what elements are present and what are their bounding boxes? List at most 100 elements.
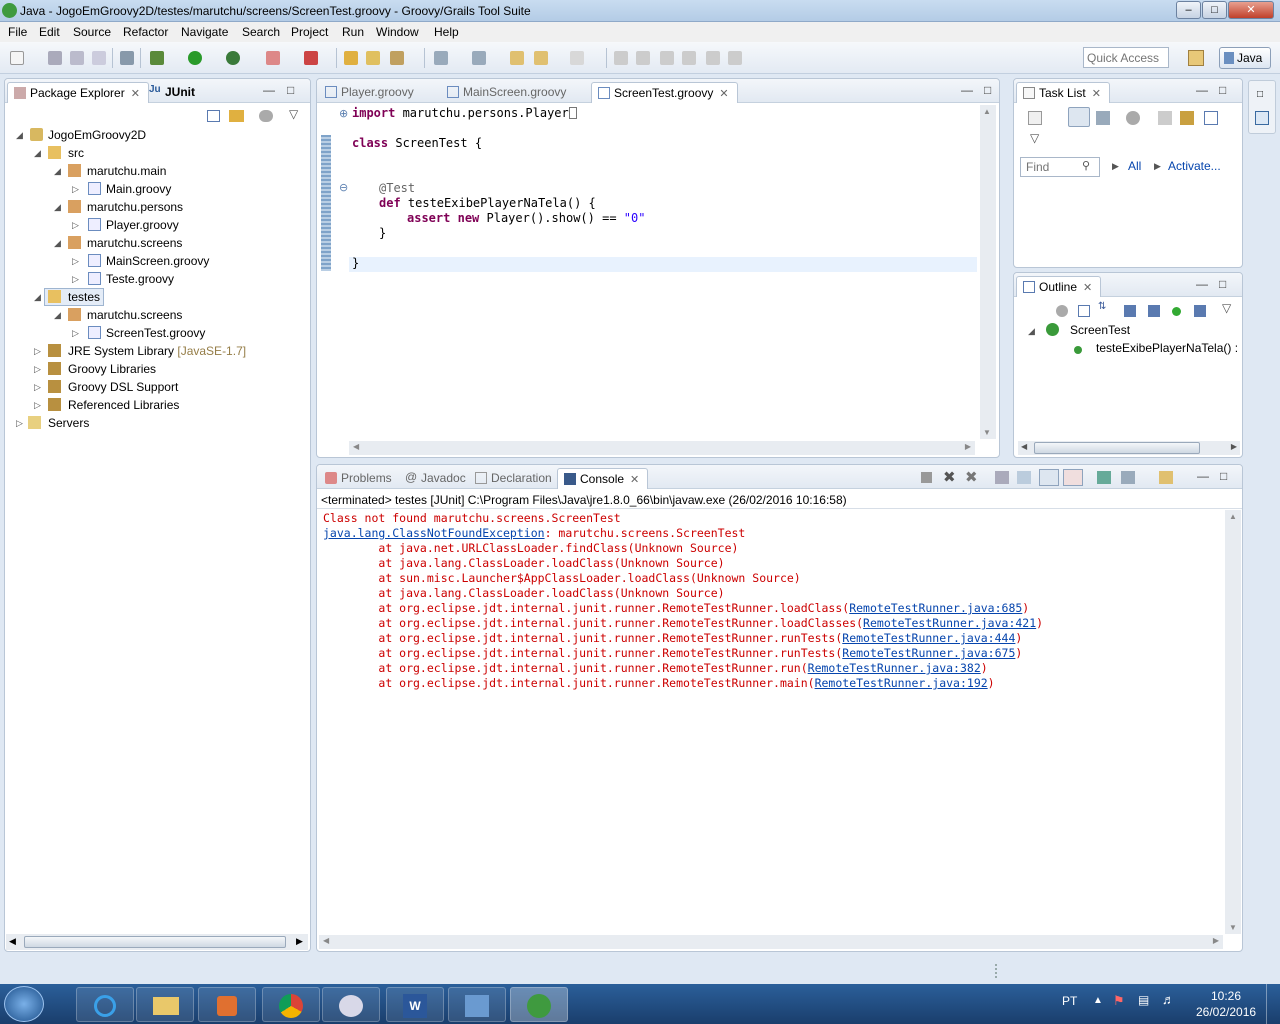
- remove-all-terminated-icon[interactable]: ✖: [965, 468, 978, 486]
- open-console-icon[interactable]: [1159, 471, 1173, 484]
- new-task-icon[interactable]: [1028, 111, 1042, 125]
- search-icon[interactable]: [390, 51, 404, 65]
- debug-icon[interactable]: [150, 51, 164, 65]
- tree-item-package[interactable]: marutchu.screens: [87, 308, 182, 322]
- tree-item-package[interactable]: marutchu.persons: [87, 200, 183, 214]
- tree-item-project[interactable]: JogoEmGroovy2D: [48, 128, 146, 142]
- hide-fields-icon[interactable]: [1124, 305, 1136, 317]
- minimize-view-icon[interactable]: —: [1197, 469, 1209, 483]
- coverage-icon[interactable]: [226, 51, 240, 65]
- tab-mainscreen-groovy[interactable]: MainScreen.groovy: [441, 82, 574, 103]
- maximize-view-icon[interactable]: □: [1219, 83, 1226, 97]
- tree-item-file[interactable]: Main.groovy: [106, 182, 171, 196]
- editor-vscrollbar[interactable]: ▲ ▼: [980, 105, 996, 439]
- open-type-icon[interactable]: [344, 51, 358, 65]
- code-annotation-line[interactable]: @Test: [379, 181, 415, 195]
- console-vscrollbar[interactable]: ▲ ▼: [1225, 510, 1241, 934]
- close-tab-icon[interactable]: ✕: [1092, 88, 1101, 100]
- action-center-icon[interactable]: ⚑: [1113, 993, 1125, 1009]
- tree-item-servers[interactable]: Servers: [48, 416, 89, 430]
- volume-icon[interactable]: ♬: [1162, 992, 1175, 1007]
- run-icon[interactable]: [188, 51, 202, 65]
- stop-server-icon[interactable]: [266, 51, 280, 65]
- tree-item-file[interactable]: ScreenTest.groovy: [106, 326, 205, 340]
- taskbar-groovy-grails[interactable]: [510, 987, 568, 1022]
- maximize-button[interactable]: □: [1202, 1, 1227, 19]
- view-menu-icon[interactable]: ▽: [1030, 131, 1039, 145]
- close-tab-icon[interactable]: ✕: [630, 474, 639, 486]
- clock-date[interactable]: 26/02/2016: [1196, 1005, 1256, 1019]
- tree-item-package[interactable]: marutchu.screens: [87, 236, 182, 250]
- tree-item-file[interactable]: Player.groovy: [106, 218, 179, 232]
- tree-item-file[interactable]: Teste.groovy: [106, 272, 174, 286]
- console-link[interactable]: RemoteTestRunner.java:192: [815, 676, 988, 690]
- scroll-lock-icon[interactable]: [1017, 471, 1031, 484]
- tree-item-library[interactable]: Groovy Libraries: [68, 362, 156, 376]
- tab-javadoc[interactable]: @ Javadoc: [399, 468, 474, 489]
- print-icon[interactable]: [92, 51, 106, 65]
- tool-icon-1[interactable]: [614, 51, 628, 65]
- maximize-view-icon[interactable]: □: [984, 83, 991, 97]
- taskbar-file-explorer[interactable]: [136, 987, 194, 1022]
- console-link[interactable]: RemoteTestRunner.java:421: [863, 616, 1036, 630]
- open-perspective-icon[interactable]: [1188, 50, 1204, 66]
- close-tab-icon[interactable]: ✕: [719, 88, 728, 100]
- minimize-view-icon[interactable]: —: [1196, 277, 1208, 291]
- outline-hscrollbar[interactable]: ◀ ▶: [1018, 441, 1240, 455]
- console-link[interactable]: java.lang.ClassNotFoundException: [323, 526, 545, 540]
- taskbar-word[interactable]: W: [386, 987, 444, 1022]
- collapse-all-icon[interactable]: [1204, 111, 1218, 125]
- all-link[interactable]: All: [1128, 159, 1141, 173]
- minimize-view-icon[interactable]: —: [1196, 83, 1208, 97]
- taskbar-media-player[interactable]: [198, 987, 256, 1022]
- close-tab-icon[interactable]: ✕: [131, 88, 140, 100]
- minimize-view-icon[interactable]: —: [961, 83, 973, 97]
- menu-navigate[interactable]: Navigate: [181, 25, 228, 39]
- menu-window[interactable]: Window: [376, 25, 419, 39]
- menu-edit[interactable]: Edit: [39, 25, 60, 39]
- package-explorer-hscrollbar[interactable]: ◀ ▶: [6, 934, 308, 950]
- language-indicator[interactable]: PT: [1062, 994, 1077, 1008]
- tab-console[interactable]: Console ✕: [557, 468, 649, 489]
- maximize-view-icon[interactable]: □: [287, 83, 294, 97]
- maximize-view-icon[interactable]: □: [1220, 469, 1227, 483]
- tree-item-testes[interactable]: testes: [68, 290, 100, 304]
- restore-icon[interactable]: □: [1257, 89, 1263, 100]
- filter-icon[interactable]: [1056, 305, 1068, 317]
- forward-icon[interactable]: [570, 51, 584, 65]
- minimize-button[interactable]: –: [1176, 1, 1201, 19]
- outline-method[interactable]: testeExibePlayerNaTela() : C: [1096, 341, 1242, 355]
- taskbar-control-panel[interactable]: [448, 987, 506, 1022]
- save-all-icon[interactable]: [70, 51, 84, 65]
- new-icon[interactable]: [10, 51, 24, 65]
- code-assert-line[interactable]: assert new Player().show() == "0": [407, 211, 645, 225]
- tab-package-explorer[interactable]: Package Explorer ✕: [7, 82, 149, 103]
- view-menu-icon[interactable]: ▽: [289, 107, 298, 121]
- remove-launch-icon[interactable]: ✖: [943, 468, 956, 486]
- expand-fold-icon[interactable]: ⊕: [339, 107, 348, 120]
- minimized-view-icon[interactable]: [1255, 111, 1269, 125]
- tab-outline[interactable]: Outline ✕: [1016, 276, 1102, 297]
- menu-project[interactable]: Project: [291, 25, 328, 39]
- tab-problems[interactable]: Problems: [319, 468, 400, 489]
- console-hscrollbar[interactable]: ◀ ▶: [319, 935, 1223, 949]
- expand-arrow-icon[interactable]: ◢: [1028, 326, 1035, 337]
- show-hidden-icons-icon[interactable]: ▲: [1093, 995, 1103, 1006]
- show-on-stderr-icon[interactable]: [1063, 469, 1083, 486]
- focus-workweek-icon[interactable]: [1158, 111, 1172, 125]
- deploy-icon[interactable]: [304, 51, 318, 65]
- scroll-thumb[interactable]: [24, 936, 286, 948]
- tool-icon-5[interactable]: [706, 51, 720, 65]
- tree-item-package[interactable]: marutchu.main: [87, 164, 166, 178]
- taskbar-paint[interactable]: [322, 987, 380, 1022]
- console-link[interactable]: RemoteTestRunner.java:382: [808, 661, 981, 675]
- collapse-fold-icon[interactable]: ⊖: [339, 181, 348, 194]
- tab-declaration[interactable]: Declaration: [469, 468, 560, 489]
- code-close-class[interactable]: }: [352, 256, 359, 270]
- back-icon[interactable]: [534, 51, 548, 65]
- menu-help[interactable]: Help: [434, 25, 459, 39]
- previous-annotation-icon[interactable]: [472, 51, 486, 65]
- minimize-view-icon[interactable]: —: [263, 83, 275, 97]
- console-link[interactable]: RemoteTestRunner.java:685: [849, 601, 1022, 615]
- tab-player-groovy[interactable]: Player.groovy: [319, 82, 422, 103]
